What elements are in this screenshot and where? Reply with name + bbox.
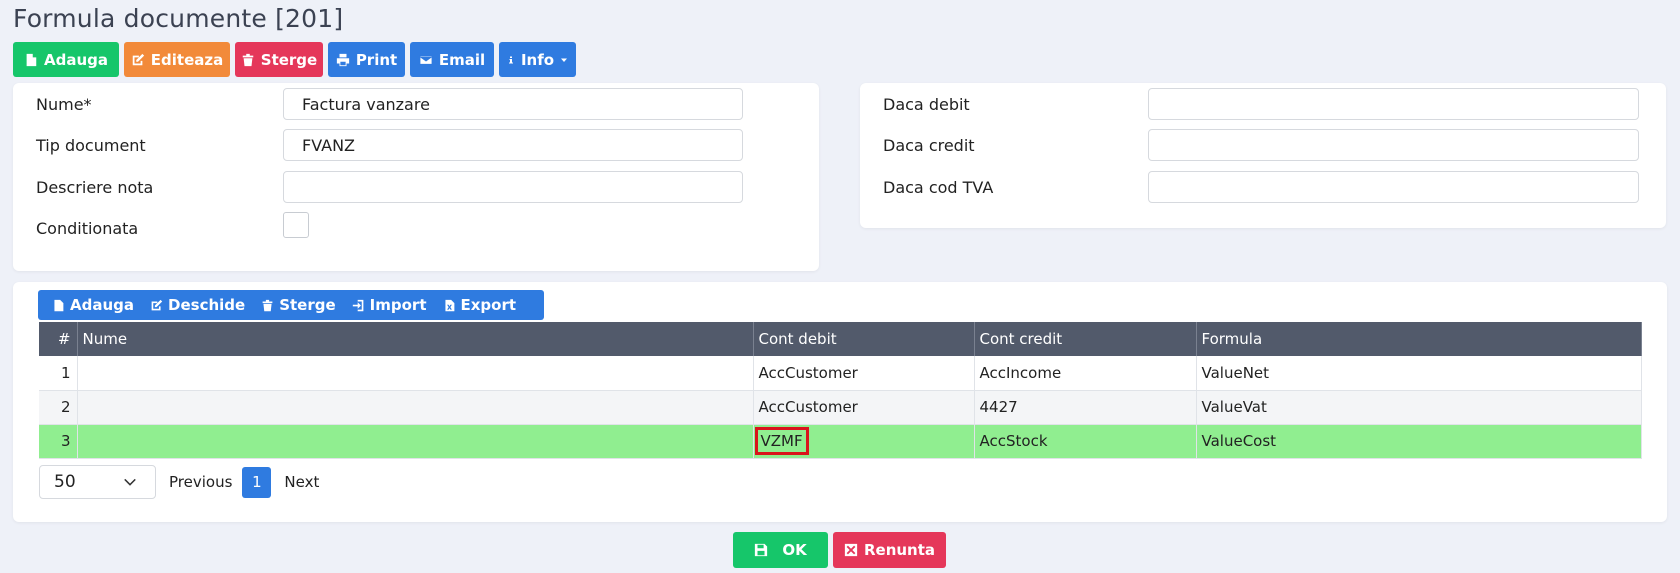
descriere-nota-input[interactable] — [283, 171, 743, 203]
row-number: 3 — [39, 424, 78, 459]
formula-table: # Nume Cont debit Cont credit Formula 1 … — [39, 322, 1642, 459]
nume-cell[interactable] — [77, 390, 754, 425]
cont-credit-cell[interactable]: 4427 — [974, 390, 1197, 425]
edit-icon — [151, 299, 163, 310]
grid-delete-button[interactable]: Sterge — [259, 296, 349, 314]
grid-open-button[interactable]: Deschide — [148, 296, 259, 314]
column-header-formula[interactable]: Formula — [1196, 322, 1642, 356]
envelope-icon — [419, 54, 433, 65]
pagination: 50 Previous 1 Next — [39, 465, 319, 499]
descriere-nota-label: Descriere nota — [36, 178, 154, 197]
nume-cell[interactable] — [77, 356, 754, 391]
daca-credit-input[interactable] — [1148, 129, 1639, 161]
excel-file-icon — [444, 299, 454, 311]
tip-document-label: Tip document — [36, 136, 146, 155]
conditionata-checkbox[interactable] — [283, 212, 309, 238]
cont-debit-cell[interactable]: AccCustomer — [753, 356, 975, 391]
daca-credit-label: Daca credit — [883, 136, 975, 155]
file-icon — [26, 53, 37, 66]
nume-cell[interactable] — [77, 424, 754, 459]
nume-input[interactable]: Factura vanzare — [283, 88, 743, 120]
column-header-nume[interactable]: Nume — [77, 322, 754, 356]
ok-button[interactable]: OK — [733, 532, 828, 568]
cont-credit-cell[interactable]: AccIncome — [974, 356, 1197, 391]
table-row-selected[interactable]: 3 VZMF AccStock ValueCost — [39, 424, 1642, 459]
page-title: Formula documente [201] — [13, 4, 344, 33]
table-row[interactable]: 1 AccCustomer AccIncome ValueNet — [39, 356, 1642, 391]
close-box-icon — [844, 543, 858, 557]
cont-debit-cell[interactable]: VZMF — [753, 424, 975, 459]
print-button[interactable]: Print — [328, 42, 405, 77]
page-number-button[interactable]: 1 — [242, 466, 272, 498]
footer-actions: OK Renunta — [733, 532, 946, 568]
formula-cell[interactable]: ValueCost — [1196, 424, 1642, 459]
add-button[interactable]: Adauga — [13, 42, 119, 77]
daca-debit-input[interactable] — [1148, 88, 1639, 120]
conditionata-label: Conditionata — [36, 219, 139, 238]
column-header-cont-debit[interactable]: Cont debit — [753, 322, 975, 356]
grid-export-button[interactable]: Export — [441, 296, 531, 314]
grid-import-button[interactable]: Import — [350, 296, 441, 314]
main-toolbar: Adauga Editeaza Sterge Print Email Info — [13, 42, 576, 77]
delete-button[interactable]: Sterge — [235, 42, 323, 77]
grid-toolbar: Adauga Deschide Sterge Import Export — [38, 290, 544, 320]
row-number: 2 — [39, 390, 78, 425]
chevron-down-icon — [124, 478, 136, 486]
info-icon — [508, 56, 513, 63]
page-size-select[interactable]: 50 — [39, 465, 156, 499]
daca-debit-label: Daca debit — [883, 95, 970, 114]
column-header-cont-credit[interactable]: Cont credit — [974, 322, 1197, 356]
highlighted-cell-value[interactable]: VZMF — [754, 427, 809, 455]
cont-debit-cell[interactable]: AccCustomer — [753, 390, 975, 425]
next-page-link[interactable]: Next — [284, 473, 319, 491]
caret-down-icon — [561, 58, 568, 62]
nume-label: Nume* — [36, 95, 92, 114]
info-dropdown-button[interactable]: Info — [499, 42, 576, 77]
printer-icon — [336, 53, 349, 66]
table-header-row: # Nume Cont debit Cont credit Formula — [39, 322, 1642, 356]
import-icon — [352, 299, 364, 311]
trash-icon — [262, 299, 273, 311]
cancel-button[interactable]: Renunta — [833, 532, 946, 568]
grid-add-button[interactable]: Adauga — [50, 296, 148, 314]
previous-page-link[interactable]: Previous — [169, 473, 232, 491]
file-icon — [54, 299, 64, 311]
table-row[interactable]: 2 AccCustomer 4427 ValueVat — [39, 390, 1642, 425]
save-icon — [755, 543, 768, 557]
tip-document-input[interactable]: FVANZ — [283, 129, 743, 161]
cont-credit-cell[interactable]: AccStock — [974, 424, 1197, 459]
row-number: 1 — [39, 356, 78, 391]
conditions-card: Daca debit Daca credit Daca cod TVA — [860, 83, 1666, 228]
formula-cell[interactable]: ValueNet — [1196, 356, 1642, 391]
daca-cod-tva-label: Daca cod TVA — [883, 178, 994, 197]
email-button[interactable]: Email — [410, 42, 494, 77]
column-header-number[interactable]: # — [39, 322, 78, 356]
edit-button[interactable]: Editeaza — [124, 42, 230, 77]
main-form-card: Nume* Factura vanzare Tip document FVANZ… — [13, 83, 819, 271]
formula-grid-card: Adauga Deschide Sterge Import Export # N… — [13, 282, 1667, 522]
formula-cell[interactable]: ValueVat — [1196, 390, 1642, 425]
edit-icon — [132, 53, 144, 65]
trash-icon — [242, 53, 254, 66]
daca-cod-tva-input[interactable] — [1148, 171, 1639, 203]
